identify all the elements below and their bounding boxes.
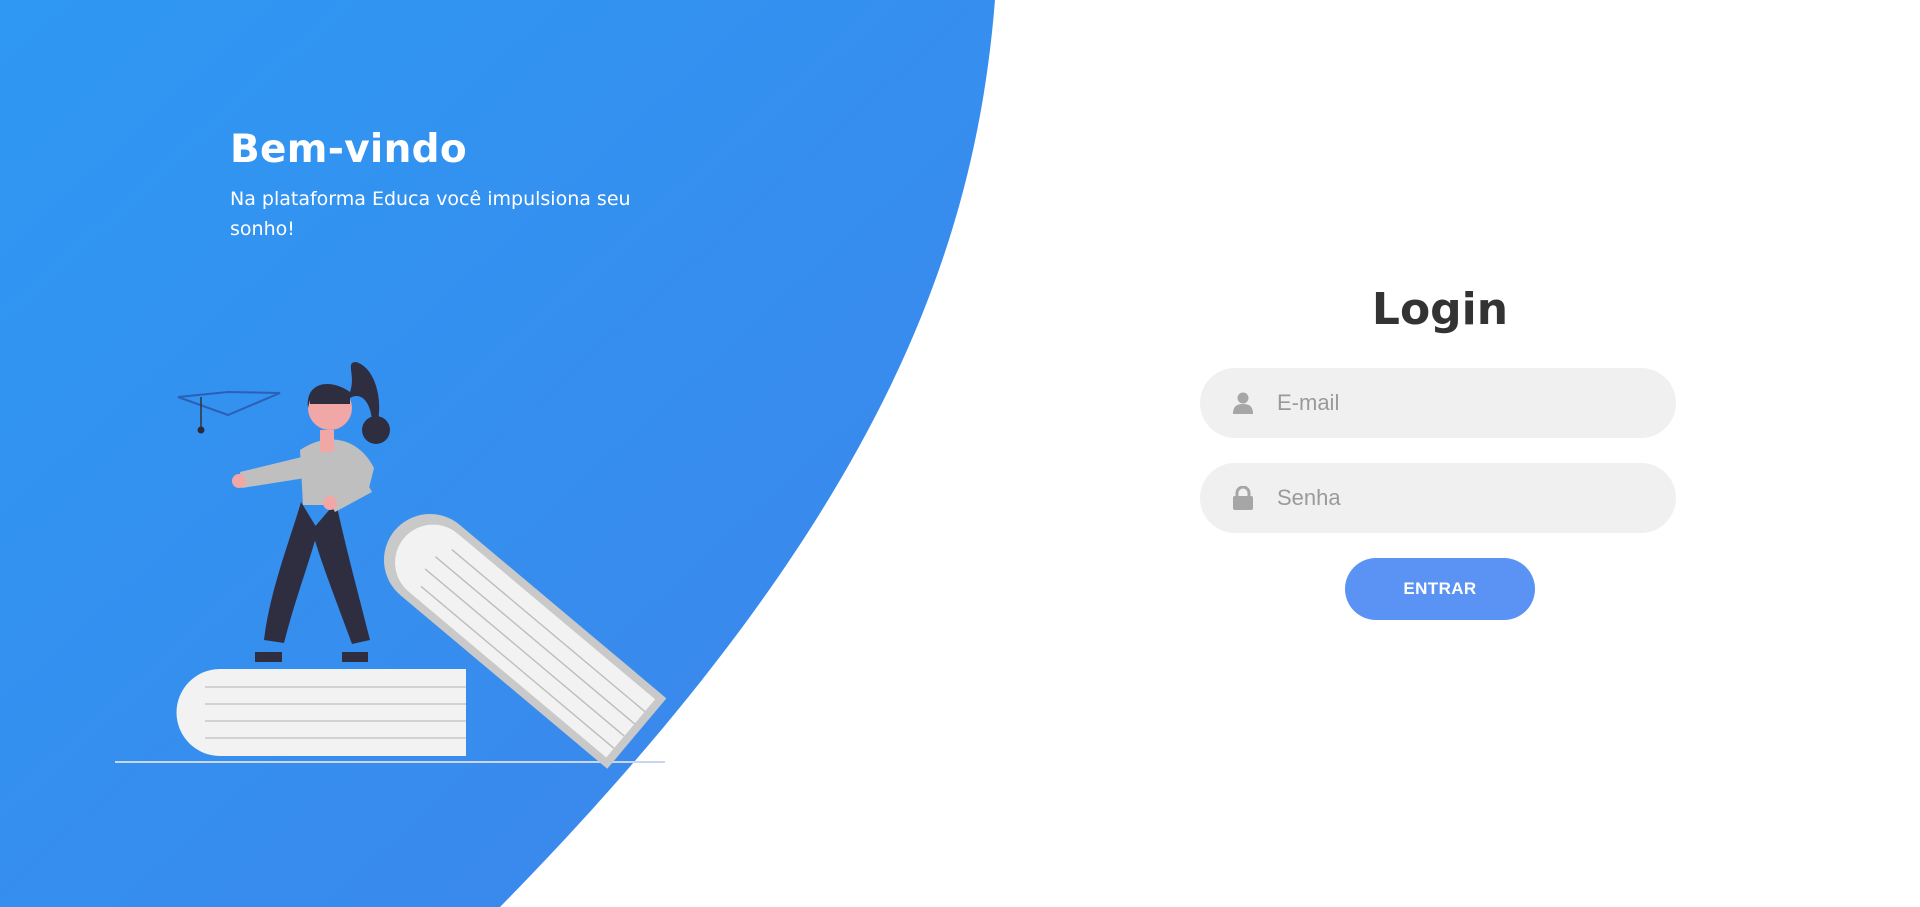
closed-book-icon — [176, 669, 466, 756]
lock-icon — [1233, 486, 1253, 510]
login-page: Bem-vindo Na plataforma Educa você impul… — [0, 0, 1920, 907]
password-input[interactable] — [1277, 478, 1637, 518]
user-icon — [1233, 391, 1253, 415]
login-title: Login — [1371, 284, 1509, 335]
student-books-illustration — [115, 362, 667, 769]
password-field[interactable] — [1200, 463, 1676, 533]
email-input[interactable] — [1277, 383, 1637, 423]
login-button[interactable]: ENTRAR — [1345, 558, 1535, 620]
graduation-cap-icon — [177, 390, 281, 434]
login-form: Login ENTRAR — [1200, 282, 1680, 620]
welcome-section: Bem-vindo Na plataforma Educa você impul… — [230, 126, 650, 244]
student-figure — [232, 362, 390, 662]
welcome-subtitle: Na plataforma Educa você impulsiona seu … — [230, 188, 631, 240]
welcome-title: Bem-vindo — [230, 127, 467, 172]
email-field[interactable] — [1200, 368, 1676, 438]
